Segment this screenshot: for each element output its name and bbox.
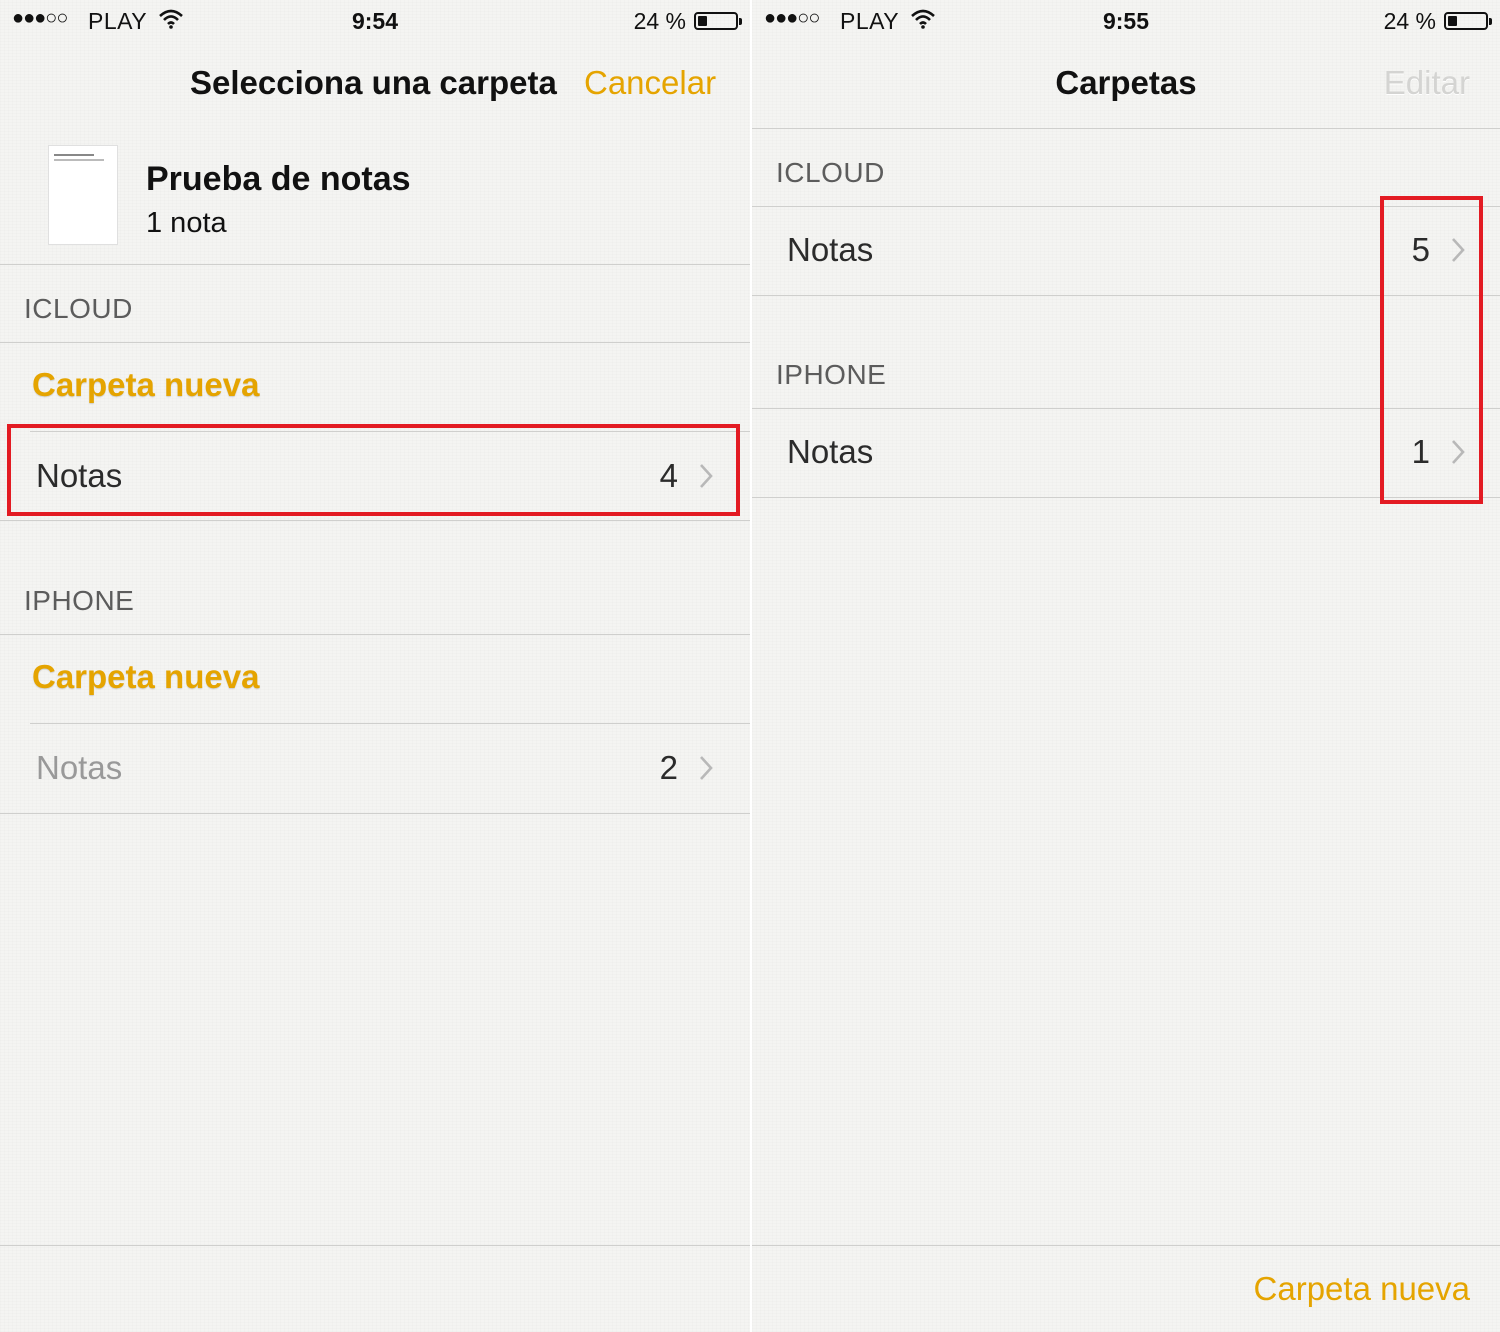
section-header-icloud: ICLOUD	[24, 293, 133, 324]
note-title: Prueba de notas	[146, 160, 411, 198]
cancel-button[interactable]: Cancelar	[584, 64, 716, 102]
folder-label: Notas	[36, 749, 123, 786]
folder-count: 2	[659, 749, 678, 786]
new-folder-icloud-button[interactable]: Carpeta nueva	[32, 366, 259, 404]
status-bar: ●●●○○ PLAY 9:55 24 %	[752, 0, 1500, 40]
left-screen: ●●●○○ PLAY 9:54 24 % Selecciona una carp…	[0, 0, 750, 1332]
divider	[30, 723, 750, 724]
section-header-iphone: IPHONE	[776, 359, 887, 390]
edit-button[interactable]: Editar	[1384, 64, 1470, 102]
highlight-box	[7, 424, 740, 516]
divider	[0, 264, 750, 265]
right-screen: ●●●○○ PLAY 9:55 24 % Carpetas Editar ICL…	[752, 0, 1500, 1332]
new-folder-button[interactable]: Carpeta nueva	[1254, 1270, 1470, 1308]
battery-percent: 24 %	[633, 8, 686, 34]
note-count: 1 nota	[146, 207, 227, 239]
new-folder-iphone-button[interactable]: Carpeta nueva	[32, 658, 259, 696]
status-bar: ●●●○○ PLAY 9:54 24 %	[0, 0, 750, 40]
folder-label: Notas	[787, 231, 874, 268]
divider	[752, 128, 1500, 129]
toolbar-divider	[752, 1245, 1500, 1246]
battery-percent: 24 %	[1383, 8, 1436, 34]
battery-icon	[1444, 12, 1492, 30]
chevron-right-icon	[700, 756, 713, 780]
divider	[0, 342, 750, 343]
divider	[0, 634, 750, 635]
battery-icon	[694, 12, 742, 30]
toolbar-divider	[0, 1245, 750, 1246]
folder-label: Notas	[787, 433, 874, 470]
page-title: Selecciona una carpeta	[190, 64, 557, 101]
divider	[0, 813, 750, 814]
divider	[0, 520, 750, 521]
highlight-box	[1380, 196, 1483, 504]
section-header-icloud: ICLOUD	[776, 157, 885, 188]
note-thumbnail	[48, 145, 118, 245]
section-header-iphone: IPHONE	[24, 585, 135, 616]
